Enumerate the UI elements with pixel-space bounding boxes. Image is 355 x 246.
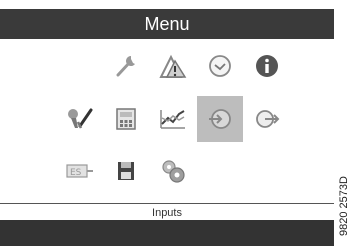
calculator-icon bbox=[116, 108, 136, 130]
bottom-bar bbox=[0, 220, 334, 246]
menu-item-calculator[interactable] bbox=[105, 102, 147, 136]
menu-item-inputs[interactable] bbox=[197, 96, 243, 142]
menu-item-clock[interactable] bbox=[199, 49, 241, 83]
menu-item-warning[interactable] bbox=[152, 49, 194, 83]
menu-item-service[interactable] bbox=[58, 102, 100, 136]
menu-item-wrench[interactable] bbox=[105, 49, 147, 83]
save-disk-icon bbox=[118, 162, 134, 180]
outputs-icon bbox=[256, 110, 280, 128]
svg-text:ES: ES bbox=[70, 168, 82, 178]
clock-icon bbox=[209, 55, 231, 77]
es-network-icon: ES bbox=[66, 164, 93, 178]
menu-item-save[interactable] bbox=[105, 154, 147, 188]
menu-icon-grid: ES bbox=[0, 45, 334, 195]
controller-screen: Menu ES Inputs bbox=[0, 0, 334, 246]
menu-item-outputs[interactable] bbox=[246, 102, 288, 136]
selected-item-label: Inputs bbox=[152, 207, 182, 219]
menu-item-es[interactable]: ES bbox=[58, 154, 100, 188]
wrench-icon bbox=[116, 56, 135, 77]
trend-graph-icon bbox=[160, 110, 185, 129]
menu-item-info[interactable] bbox=[246, 49, 288, 83]
status-divider bbox=[0, 203, 334, 204]
settings-gears-icon bbox=[162, 160, 185, 183]
menu-title-bar: Menu bbox=[0, 9, 334, 39]
menu-title: Menu bbox=[144, 14, 190, 34]
inputs-icon bbox=[209, 109, 231, 129]
service-check-icon bbox=[68, 108, 93, 129]
figure-code: 9820 2573D bbox=[338, 176, 350, 236]
warning-signal-icon bbox=[159, 54, 187, 78]
menu-item-settings[interactable] bbox=[152, 154, 194, 188]
info-icon bbox=[256, 55, 278, 77]
menu-item-trend[interactable] bbox=[152, 102, 194, 136]
